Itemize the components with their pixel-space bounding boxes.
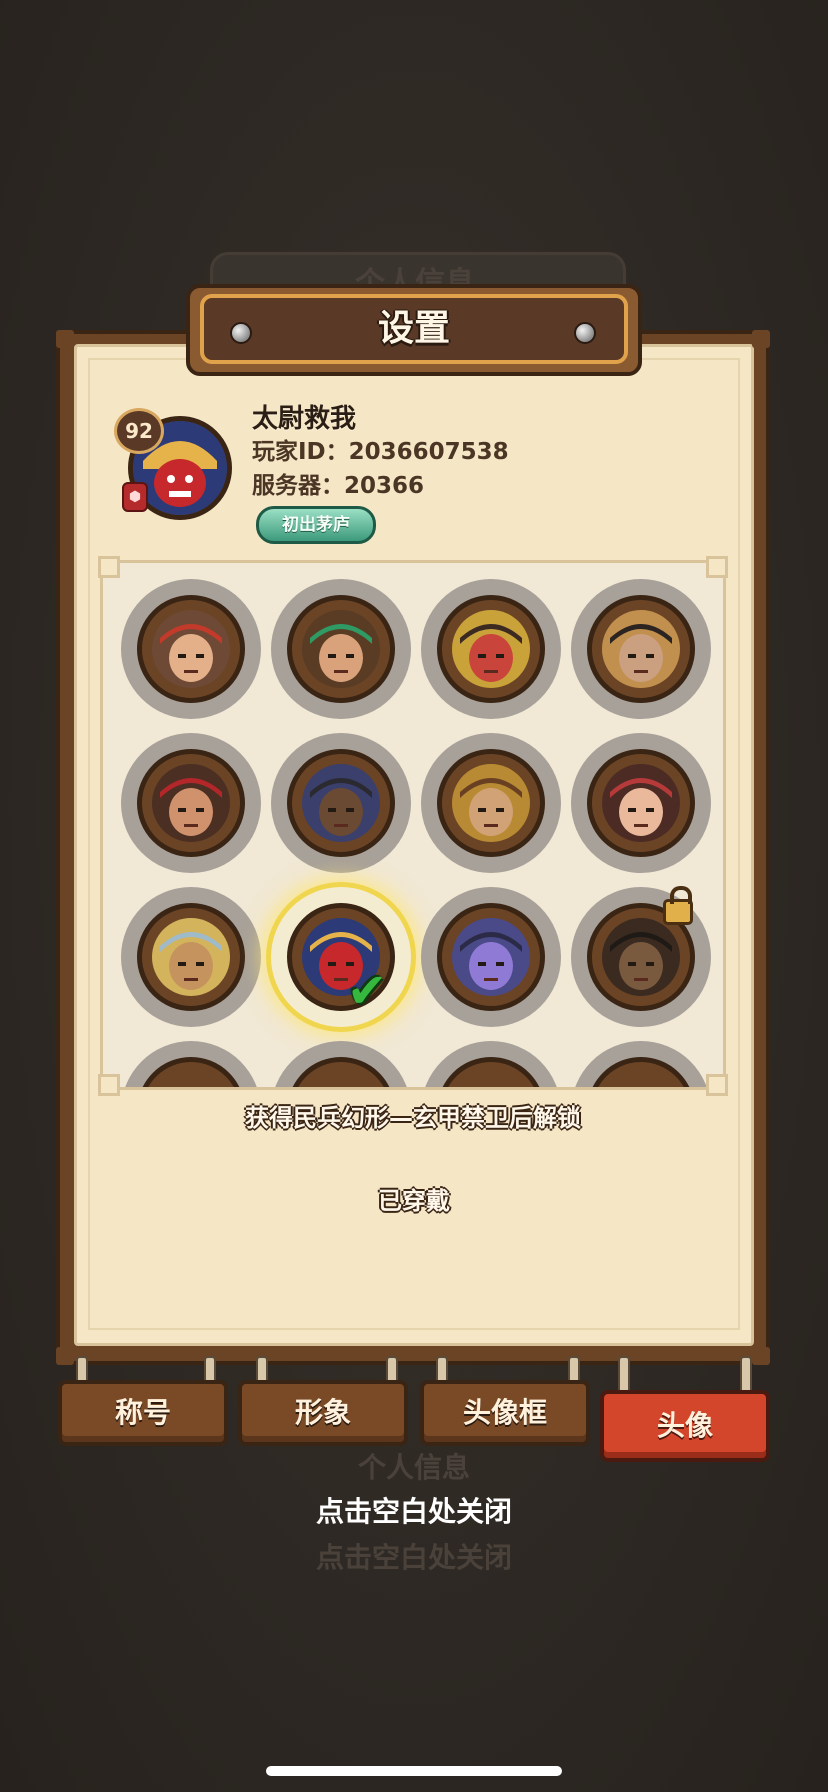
player-id-row: 玩家ID：2036607538: [252, 432, 509, 466]
avatar-frame: [437, 903, 545, 1011]
server-value: 20366: [344, 473, 425, 499]
avatar-frame: [437, 595, 545, 703]
avatar-option[interactable]: [121, 887, 261, 1027]
rank-shield-icon: ⬢: [122, 482, 148, 512]
avatar-option[interactable]: [421, 887, 561, 1027]
avatar-option-partial[interactable]: [571, 1041, 711, 1087]
avatar-grid[interactable]: ✔: [100, 560, 726, 1090]
server-label: 服务器：: [252, 473, 344, 499]
home-indicator[interactable]: [266, 1766, 562, 1776]
grid-corner-ornament: [706, 556, 728, 578]
lock-icon: [663, 886, 693, 925]
rivet-icon: [574, 322, 596, 344]
avatar-6-portrait-icon: [302, 764, 380, 842]
avatar-frame: [437, 749, 545, 857]
avatar-frame: [287, 749, 395, 857]
avatar-option[interactable]: [571, 886, 711, 1027]
avatar-option[interactable]: [271, 579, 411, 719]
tab-title[interactable]: 称号: [58, 1380, 228, 1446]
background-close-hint: 点击空白处关闭: [315, 1541, 512, 1574]
checkmark-icon: ✔: [347, 963, 388, 1019]
player-name: 太尉救我: [252, 404, 357, 434]
avatar-option-partial[interactable]: [421, 1041, 561, 1087]
avatar-11-portrait-icon: [452, 918, 530, 996]
close-hint[interactable]: 点击空白处关闭: [0, 1490, 828, 1530]
player-title-badge: 初出茅庐: [256, 506, 376, 544]
avatar-frame: [437, 1057, 545, 1087]
avatar-9-portrait-icon: [152, 918, 230, 996]
avatar-option[interactable]: [571, 579, 711, 719]
avatar-2-portrait-icon: [302, 610, 380, 688]
avatar-4-portrait-icon: [602, 610, 680, 688]
avatar-8-portrait-icon: [602, 764, 680, 842]
tab-avatar[interactable]: 头像: [600, 1390, 770, 1462]
server-row: 服务器：20366: [252, 466, 424, 500]
corner-ornament: [56, 330, 74, 348]
avatar-frame: [137, 903, 245, 1011]
avatar-3-portrait-icon: [452, 610, 530, 688]
avatar-option-partial[interactable]: [271, 1041, 411, 1087]
grid-corner-ornament: [98, 1074, 120, 1096]
avatar-frame: [137, 1057, 245, 1087]
unlock-hint: 获得民兵幻形—玄甲禁卫后解锁: [245, 1104, 581, 1132]
corner-ornament: [56, 1347, 74, 1365]
worn-status-button[interactable]: 已穿戴: [300, 1180, 528, 1222]
corner-ornament: [752, 330, 770, 348]
avatar-frame: [587, 595, 695, 703]
level-badge: 92: [114, 408, 164, 454]
avatar-12-portrait-icon: [602, 918, 680, 996]
avatar-option[interactable]: [571, 733, 711, 873]
avatar-option[interactable]: [271, 733, 411, 873]
avatar-frame: [137, 595, 245, 703]
panel-title: 设置: [377, 308, 450, 349]
avatar-5-portrait-icon: [152, 764, 230, 842]
player-id-label: 玩家ID：: [252, 439, 349, 465]
avatar-option[interactable]: [421, 733, 561, 873]
avatar-option[interactable]: [121, 733, 261, 873]
avatar-frame: [137, 749, 245, 857]
corner-ornament: [752, 1347, 770, 1365]
grid-corner-ornament: [98, 556, 120, 578]
avatar-frame: [287, 1057, 395, 1087]
avatar-frame: [587, 749, 695, 857]
avatar-1-portrait-icon: [152, 610, 230, 688]
grid-corner-ornament: [706, 1074, 728, 1096]
avatar-7-portrait-icon: [452, 764, 530, 842]
tab-avatar-frame[interactable]: 头像框: [420, 1380, 590, 1446]
rivet-icon: [230, 322, 252, 344]
avatar-frame: [287, 595, 395, 703]
avatar-option-partial[interactable]: [121, 1041, 261, 1087]
avatar-option[interactable]: [421, 579, 561, 719]
avatar-option[interactable]: [121, 579, 261, 719]
avatar-frame: [587, 1057, 695, 1087]
background-title-bottom: 个人信息: [357, 1451, 470, 1484]
player-id-value: 2036607538: [348, 439, 509, 465]
avatar-option[interactable]: ✔: [271, 887, 411, 1027]
tab-appearance[interactable]: 形象: [238, 1380, 408, 1446]
